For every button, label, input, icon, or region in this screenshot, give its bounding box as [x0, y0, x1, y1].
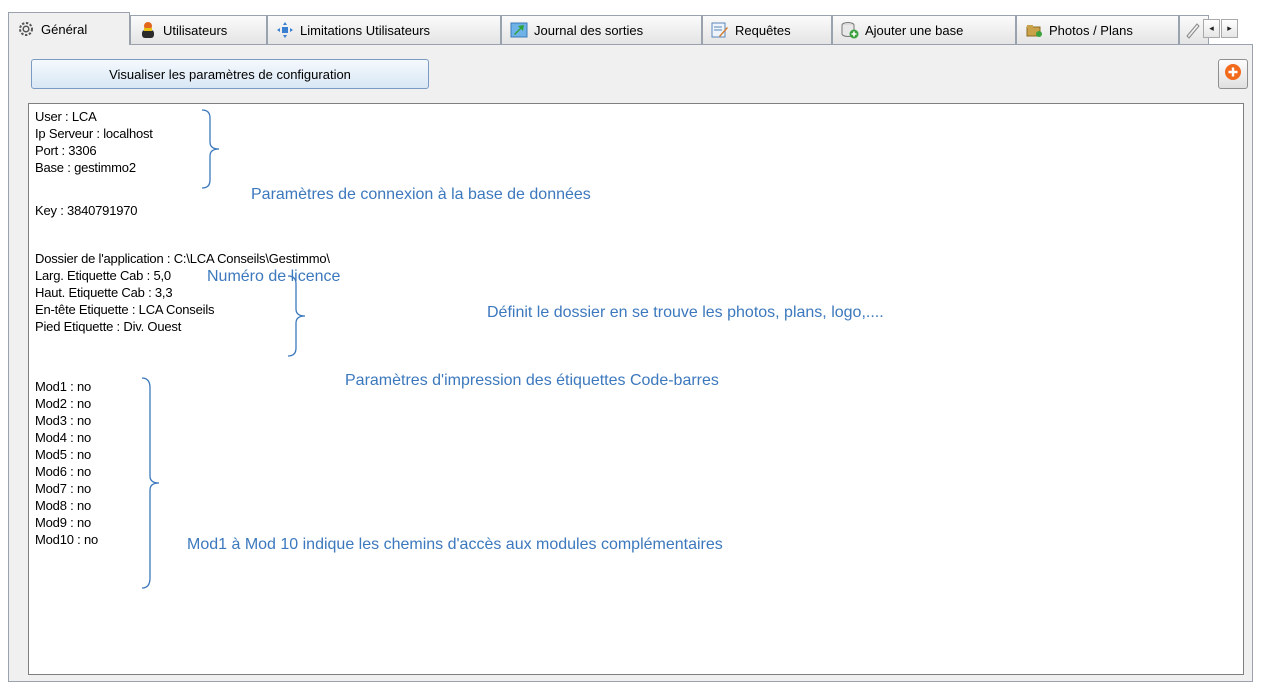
tab-scroll-right-button[interactable]: ▸ [1221, 19, 1238, 38]
tab-general[interactable]: Général [8, 12, 130, 45]
annotation-modules: Mod1 à Mod 10 indique les chemins d'accè… [187, 536, 723, 553]
chevron-right-icon: ▸ [1227, 23, 1232, 33]
annotation-dossier: Définit le dossier en se trouve les phot… [487, 304, 884, 321]
tab-photos-plans[interactable]: Photos / Plans [1016, 15, 1179, 44]
tab-label: Journal des sorties [534, 22, 644, 38]
config-line-mod: Mod3 : no [35, 413, 92, 428]
config-line-port: Port : 3306 [35, 143, 97, 158]
plus-circle-icon [1224, 63, 1242, 86]
config-line-mod: Mod4 : no [35, 430, 92, 445]
tab-scroll-left-button[interactable]: ◂ [1203, 19, 1220, 38]
exit-log-icon [510, 21, 528, 39]
annotation-etiquette: Paramètres d'impression des étiquettes C… [345, 372, 719, 389]
connection-brace [201, 109, 220, 189]
annotation-connection: Paramètres de connexion à la base de don… [251, 186, 591, 203]
tab-label: Photos / Plans [1049, 22, 1133, 38]
config-line-ip-serveur: Ip Serveur : localhost [35, 126, 153, 141]
tab-label: Général [41, 21, 88, 37]
tab-ajouter-une-base[interactable]: Ajouter une base [832, 15, 1016, 44]
visualiser-config-label: Visualiser les paramètres de configurati… [109, 66, 351, 82]
tab-label: Utilisateurs [163, 22, 228, 38]
config-line-larg-etiquette: Larg. Etiquette Cab : 5,0 [35, 268, 171, 283]
tab-strip: Général Utilisateurs Limitations Utilisa… [8, 12, 1261, 45]
query-edit-icon [711, 21, 729, 39]
chevron-left-icon: ◂ [1209, 23, 1214, 33]
modules-brace [141, 377, 160, 589]
config-line-mod: Mod8 : no [35, 498, 92, 513]
config-line-mod: Mod7 : no [35, 481, 92, 496]
config-line-mod: Mod6 : no [35, 464, 92, 479]
move-arrows-icon [276, 21, 294, 39]
config-line-mod: Mod5 : no [35, 447, 92, 462]
config-line-entete-etiquette: En-tête Etiquette : LCA Conseils [35, 302, 215, 317]
config-line-pied-etiquette: Pied Etiquette : Div. Ouest [35, 319, 182, 334]
tab-label: Ajouter une base [865, 22, 964, 38]
tab-utilisateurs[interactable]: Utilisateurs [130, 15, 267, 44]
photo-folder-icon [1025, 21, 1043, 39]
visualiser-config-button[interactable]: Visualiser les paramètres de configurati… [31, 59, 429, 89]
general-panel: Visualiser les paramètres de configurati… [8, 44, 1253, 682]
user-icon [139, 21, 157, 39]
config-line-dossier: Dossier de l'application : C:\LCA Consei… [35, 251, 330, 266]
config-line-key: Key : 3840791970 [35, 203, 138, 218]
config-line-mod: Mod10 : no [35, 532, 99, 547]
config-line-base: Base : gestimmo2 [35, 160, 136, 175]
config-line-mod: Mod9 : no [35, 515, 92, 530]
add-button[interactable] [1218, 59, 1248, 89]
config-line-mod: Mod2 : no [35, 396, 92, 411]
gear-icon [17, 20, 35, 38]
tab-label: Limitations Utilisateurs [300, 22, 431, 38]
tab-label: Requêtes [735, 22, 791, 38]
config-line-user: User : LCA [35, 109, 97, 124]
tab-limitations-utilisateurs[interactable]: Limitations Utilisateurs [267, 15, 501, 44]
config-output-textarea[interactable]: User : LCA Ip Serveur : localhost Port :… [28, 103, 1244, 675]
pencil-icon [1184, 21, 1202, 39]
config-line-haut-etiquette: Haut. Etiquette Cab : 3,3 [35, 285, 173, 300]
config-line-mod: Mod1 : no [35, 379, 92, 394]
annotation-licence: Numéro de licence [207, 268, 341, 285]
add-database-icon [841, 21, 859, 39]
etiquette-brace [287, 275, 306, 357]
tab-journal-des-sorties[interactable]: Journal des sorties [501, 15, 702, 44]
tab-requetes[interactable]: Requêtes [702, 15, 832, 44]
